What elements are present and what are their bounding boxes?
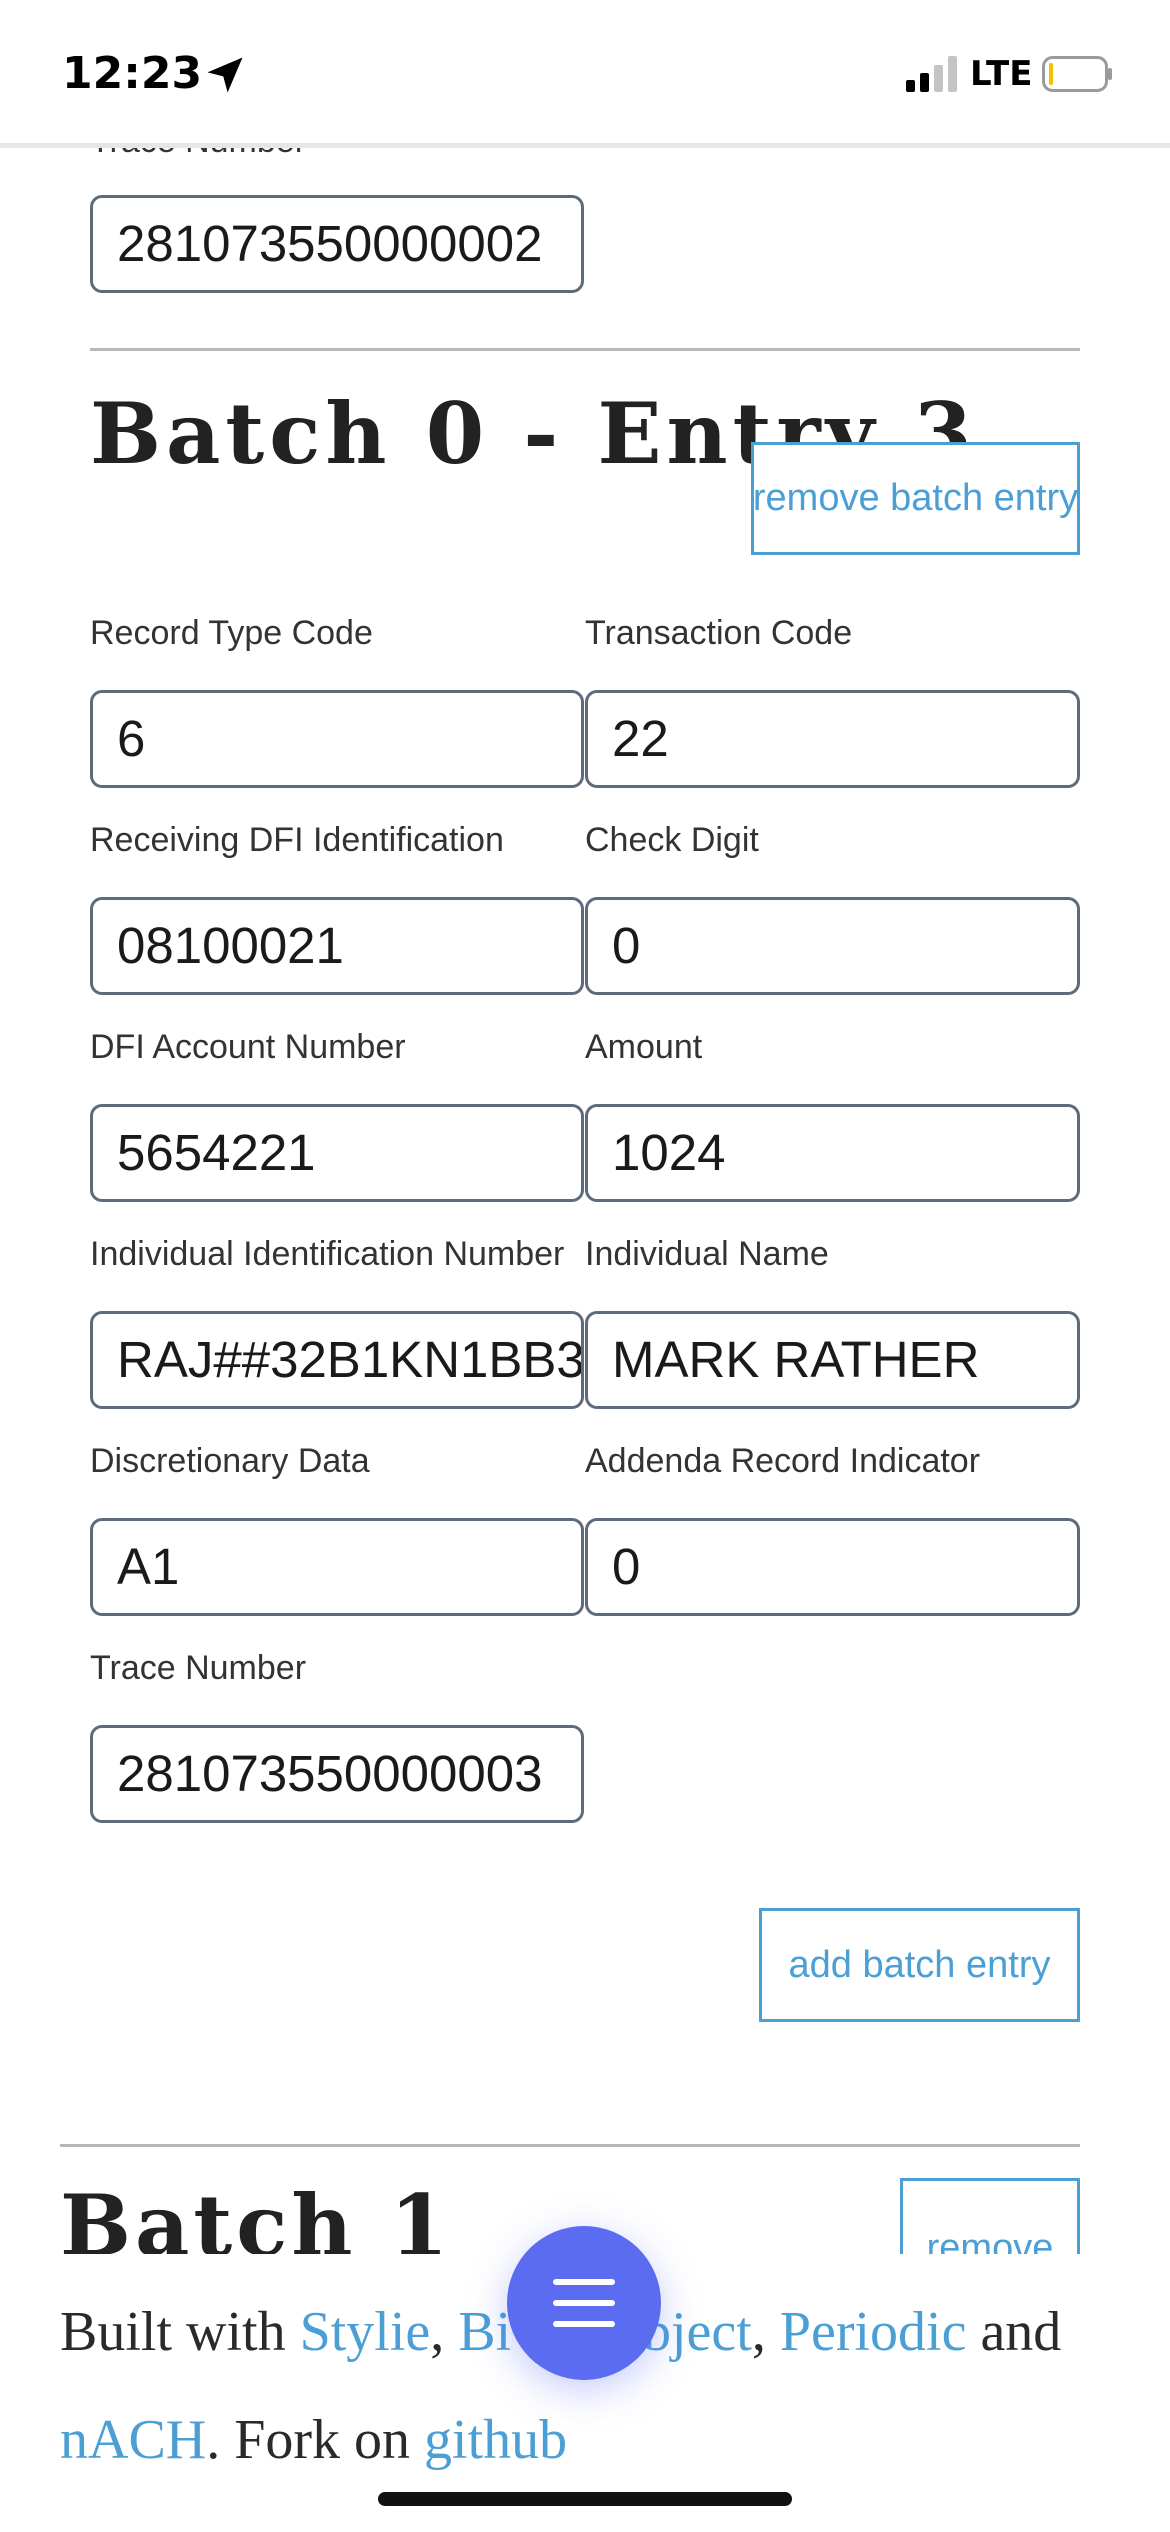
github-link[interactable]: github — [424, 2409, 567, 2471]
record-type-code-label: Record Type Code — [90, 614, 373, 652]
footer-fork-on: . Fork on — [206, 2409, 411, 2471]
location-arrow-icon — [207, 57, 243, 93]
individual-name-label: Individual Name — [585, 1235, 829, 1273]
cellular-signal-icon — [906, 56, 957, 92]
stylie-link[interactable]: Stylie — [300, 2301, 431, 2363]
transaction-code-input[interactable]: 22 — [585, 690, 1080, 788]
remove-batch-button[interactable]: remove — [900, 2178, 1080, 2254]
amount-input[interactable]: 1024 — [585, 1104, 1080, 1202]
home-indicator — [378, 2492, 792, 2506]
menu-icon — [553, 2279, 615, 2327]
transaction-code-label: Transaction Code — [585, 614, 853, 652]
footer-separator: , — [751, 2301, 766, 2363]
receiving-dfi-label: Receiving DFI Identification — [90, 821, 504, 859]
addenda-record-indicator-label: Addenda Record Indicator — [585, 1442, 981, 1480]
footer-built-with: Built with — [60, 2301, 286, 2363]
check-digit-input[interactable]: 0 — [585, 897, 1080, 995]
trace-number-input-prev[interactable]: 281073550000002 — [90, 195, 584, 293]
bi-link[interactable]: Bi — [458, 2301, 511, 2363]
status-bar: 12:23 LTE — [0, 0, 1170, 148]
trace-number-label: Trace Number — [90, 1649, 307, 1687]
amount-label: Amount — [585, 1028, 703, 1066]
addenda-record-indicator-input[interactable]: 0 — [585, 1518, 1080, 1616]
check-digit-label: Check Digit — [585, 821, 759, 859]
trace-number-input[interactable]: 281073550000003 — [90, 1725, 584, 1823]
dfi-account-number-label: DFI Account Number — [90, 1028, 406, 1066]
footer-credits-line-2: nACH. Fork on github — [60, 2408, 567, 2472]
dfi-account-number-input[interactable]: 5654221 — [90, 1104, 584, 1202]
record-type-code-input[interactable]: 6 — [90, 690, 584, 788]
discretionary-data-label: Discretionary Data — [90, 1442, 370, 1480]
footer-separator: , — [430, 2301, 445, 2363]
individual-name-input[interactable]: MARK RATHER — [585, 1311, 1080, 1409]
entry-divider — [90, 348, 1080, 351]
nach-link[interactable]: nACH — [60, 2409, 206, 2471]
footer-and: and — [980, 2301, 1062, 2363]
receiving-dfi-input[interactable]: 08100021 — [90, 897, 584, 995]
status-time: 12:23 — [62, 48, 203, 99]
battery-icon — [1042, 56, 1112, 92]
discretionary-data-input[interactable]: A1 — [90, 1518, 584, 1616]
periodic-link[interactable]: Periodic — [780, 2301, 967, 2363]
add-batch-entry-button[interactable]: add batch entry — [759, 1908, 1080, 2022]
individual-id-number-input[interactable]: RAJ##32B1KN1BB3 — [90, 1311, 584, 1409]
batch-title: Batch 1 — [60, 2176, 453, 2254]
network-type: LTE — [970, 54, 1033, 94]
menu-button[interactable] — [507, 2226, 661, 2380]
remove-batch-entry-button[interactable]: remove batch entry — [751, 442, 1080, 555]
individual-id-number-label: Individual Identification Number — [90, 1235, 565, 1273]
